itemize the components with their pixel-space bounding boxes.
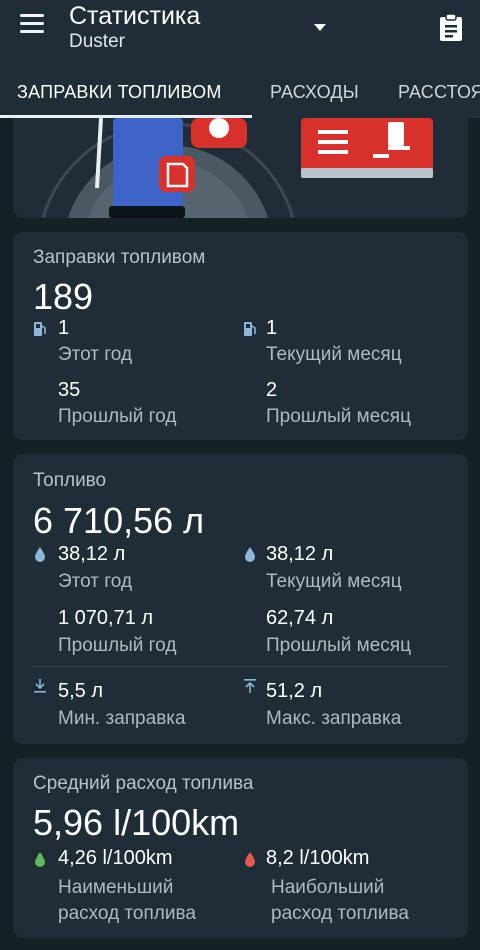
refuels-last-month-label: Прошлый месяц <box>266 406 411 427</box>
consumption-card: Средний расход топлива 5,96 l/100km 4,26… <box>13 758 468 938</box>
drop-icon <box>35 852 45 867</box>
page-title: Статистика <box>69 2 201 30</box>
consumption-max-label-line2: расход топлива <box>271 903 409 924</box>
fuel-pump-icon <box>244 322 256 336</box>
refuels-total: 189 <box>33 276 94 317</box>
consumption-card-title: Средний расход топлива <box>33 773 254 794</box>
consumption-min-value: 4,26 l/100km <box>58 847 173 869</box>
fuel-last-month-label: Прошлый месяц <box>266 635 411 656</box>
refuels-last-year-label: Прошлый год <box>58 406 177 427</box>
refuels-card-title: Заправки топливом <box>33 247 206 268</box>
drop-icon <box>245 852 255 867</box>
consumption-max-label-line1: Наибольший <box>271 877 385 898</box>
fuel-this-year-label: Этот год <box>58 571 133 592</box>
clipboard-icon[interactable] <box>438 12 464 42</box>
dropdown-triangle-icon[interactable] <box>312 20 328 34</box>
fuel-max-label: Макс. заправка <box>266 708 402 729</box>
refuels-this-year-label: Этот год <box>58 344 133 365</box>
tab-expenses[interactable]: РАСХОДЫ <box>270 82 359 103</box>
refuels-last-year-value: 35 <box>58 379 81 401</box>
tab-bar: ЗАПРАВКИ ТОПЛИВОМ РАСХОДЫ РАССТОЯ <box>0 72 480 118</box>
arrow-up-to-line-icon <box>244 679 256 693</box>
fuel-card: Топливо 6 710,56 л 38,12 л Этот год 38,1… <box>13 454 468 744</box>
hero-illustration-card <box>13 118 468 218</box>
fuel-current-month-value: 38,12 л <box>266 543 334 565</box>
fuel-min-label: Мин. заправка <box>58 708 186 729</box>
arrow-down-to-line-icon <box>34 679 46 693</box>
fuel-total: 6 710,56 л <box>33 500 205 541</box>
fuel-station-illustration <box>41 118 433 218</box>
fuel-last-year-label: Прошлый год <box>58 635 177 656</box>
refuels-card: Заправки топливом 189 1 Этот год 1 Текущ… <box>13 232 468 440</box>
consumption-max-value: 8,2 l/100km <box>266 847 370 869</box>
app-bar: Статистика Duster ЗАПРАВКИ ТОПЛИВОМ РАСХ… <box>0 0 480 118</box>
refuels-current-month-value: 1 <box>266 317 278 339</box>
fuel-min-value: 5,5 л <box>58 680 104 702</box>
fuel-last-year-value: 1 070,71 л <box>58 607 154 629</box>
consumption-min-label-line2: расход топлива <box>58 903 196 924</box>
consumption-average: 5,96 l/100km <box>33 802 240 843</box>
tab-refuels[interactable]: ЗАПРАВКИ ТОПЛИВОМ <box>17 82 222 103</box>
fuel-max-value: 51,2 л <box>266 680 323 702</box>
fuel-current-month-label: Текущий месяц <box>266 571 402 592</box>
drop-icon <box>245 547 255 562</box>
drop-icon <box>35 547 45 562</box>
refuels-last-month-value: 2 <box>266 379 278 401</box>
tab-distance[interactable]: РАССТОЯ <box>398 82 480 103</box>
fuel-pump-icon <box>34 322 46 336</box>
refuels-this-year-value: 1 <box>58 317 70 339</box>
vehicle-name[interactable]: Duster <box>69 31 125 53</box>
fuel-card-title: Топливо <box>33 470 107 491</box>
consumption-min-label-line1: Наименьший <box>58 877 174 898</box>
menu-icon[interactable] <box>20 14 48 38</box>
fuel-last-month-value: 62,74 л <box>266 607 334 629</box>
divider <box>33 666 448 667</box>
fuel-this-year-value: 38,12 л <box>58 543 126 565</box>
refuels-current-month-label: Текущий месяц <box>266 344 402 365</box>
